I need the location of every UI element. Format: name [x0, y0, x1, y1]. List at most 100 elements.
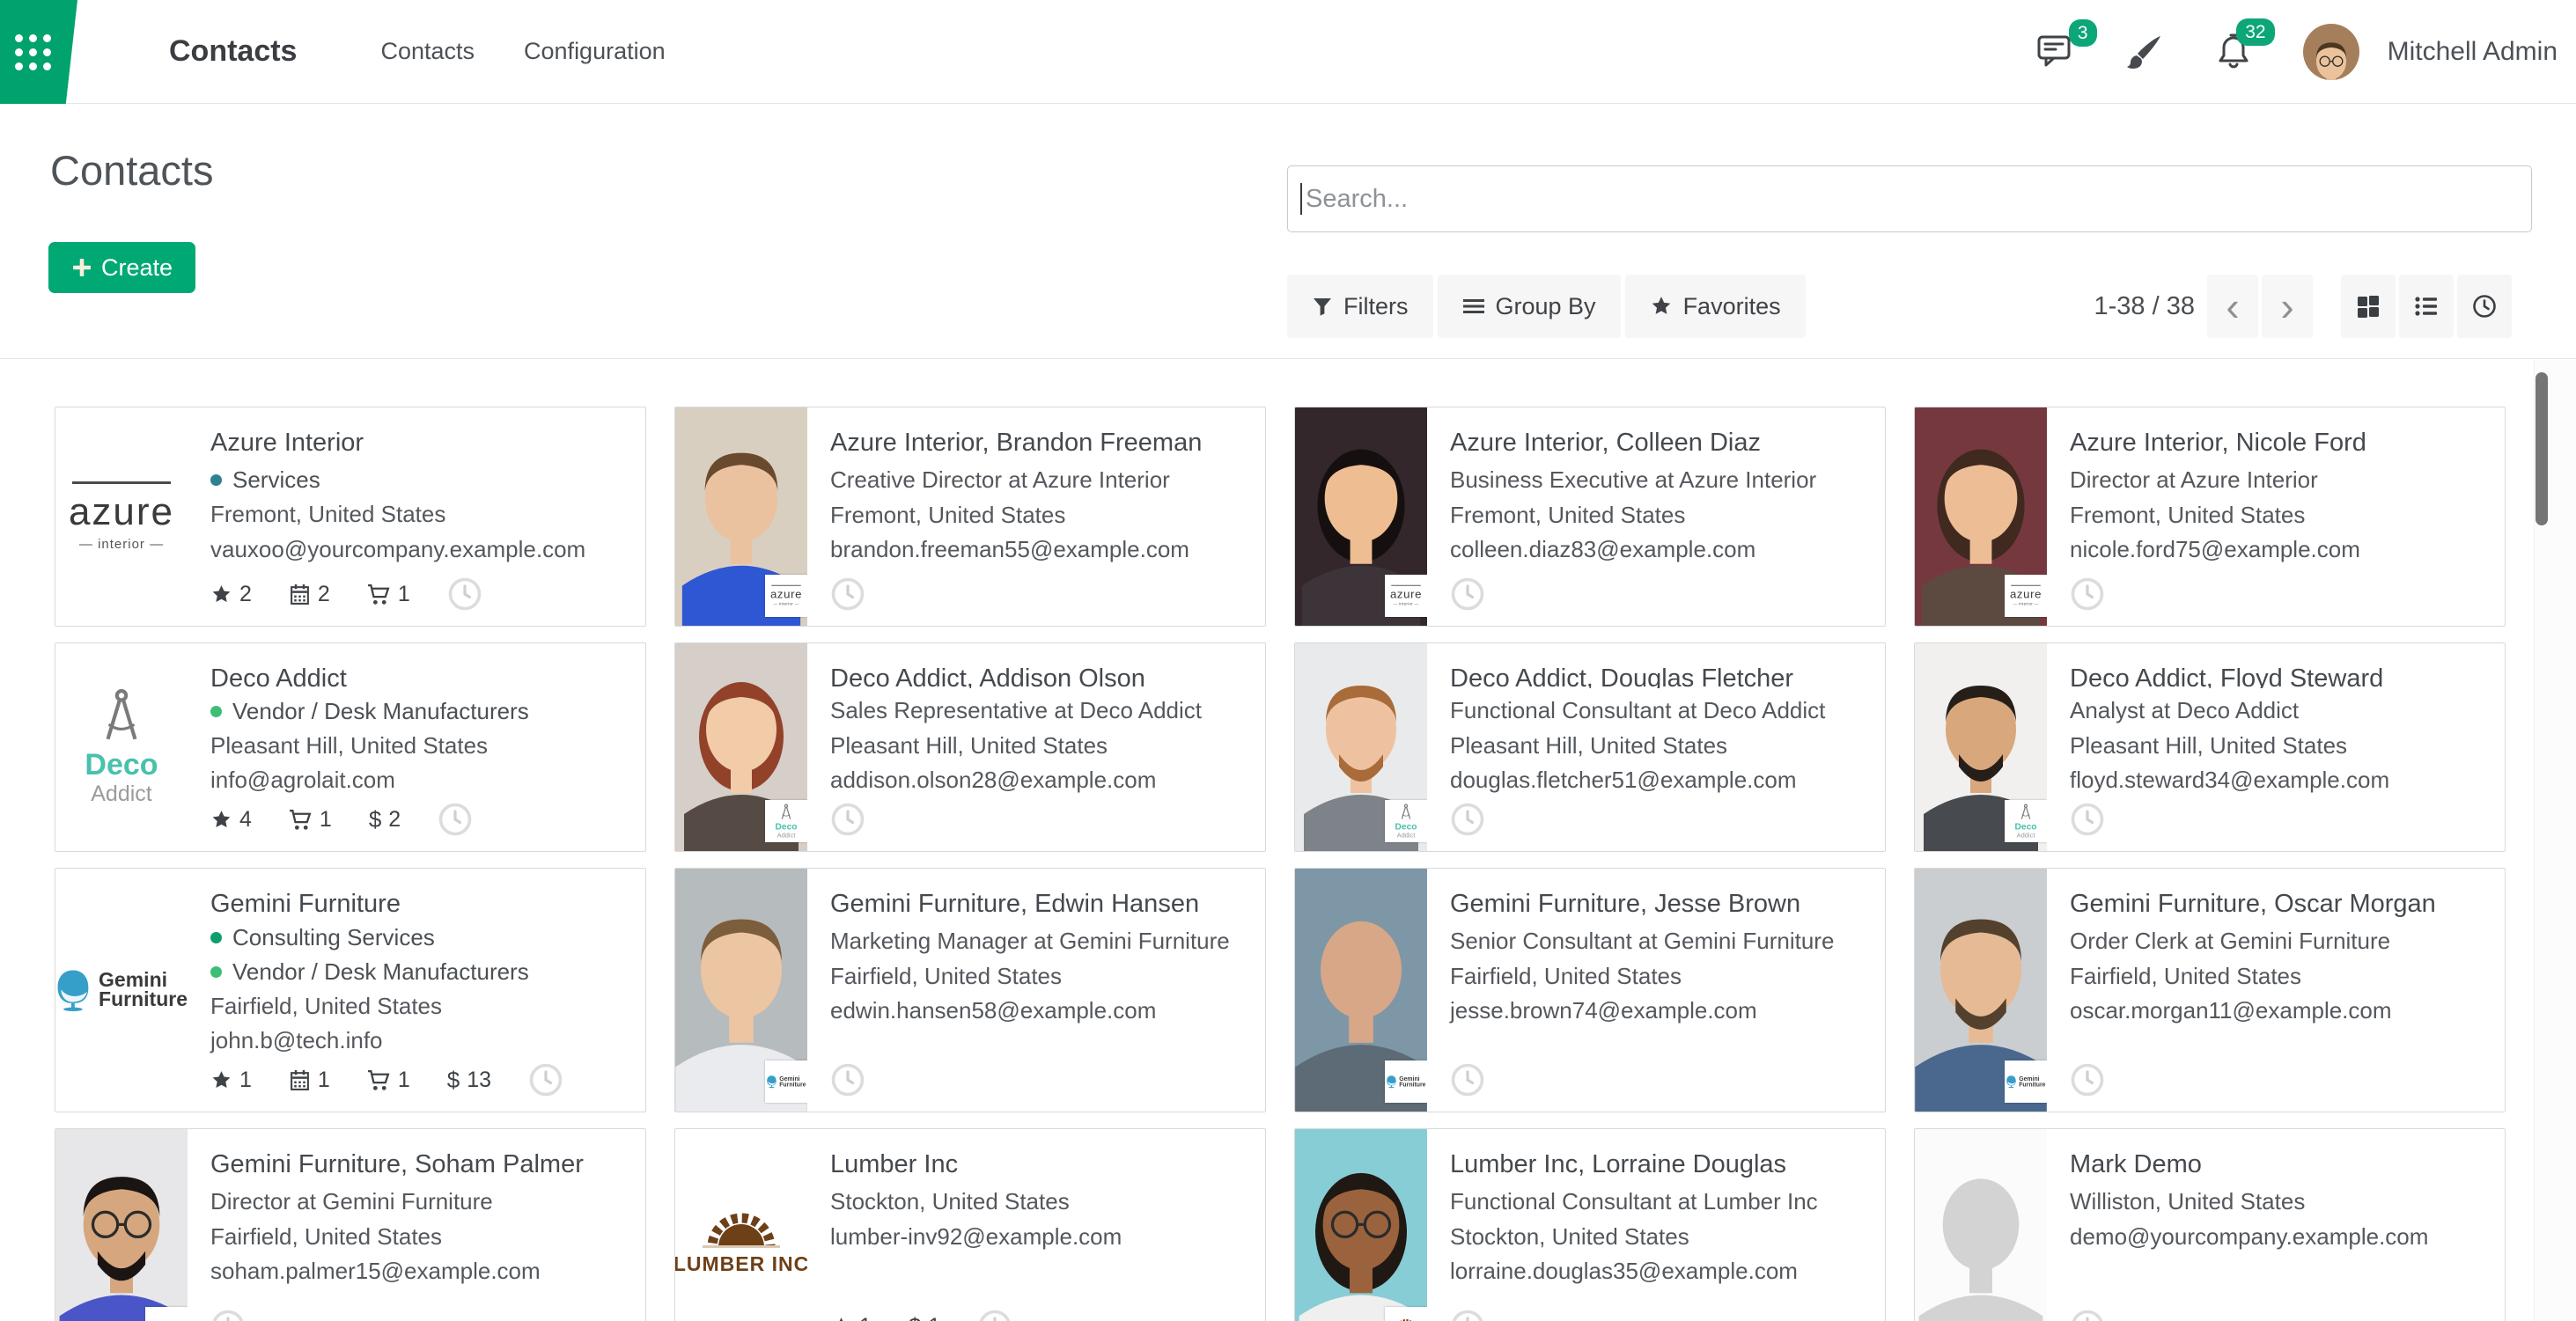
- schedule-activity-button[interactable]: [438, 802, 473, 837]
- schedule-activity-button[interactable]: [447, 576, 482, 612]
- contact-job-title: Director at Gemini Furniture: [210, 1188, 631, 1216]
- card-body: Gemini Furniture, Edwin Hansen Marketing…: [807, 869, 1265, 1112]
- activity-clock-icon: [1450, 802, 1485, 837]
- contact-card[interactable]: GeminiFurniture Gemini Furniture, Soham …: [55, 1128, 646, 1321]
- contact-card[interactable]: azure— interior — Azure Interior, Brando…: [674, 407, 1266, 627]
- contact-card[interactable]: DecoAddict Deco Addict, Floyd Steward An…: [1914, 642, 2506, 852]
- user-avatar[interactable]: [2303, 24, 2359, 80]
- schedule-activity-button[interactable]: [2070, 802, 2105, 837]
- list-view-button[interactable]: [2399, 275, 2454, 338]
- contact-card[interactable]: LUMBER INC Lumber Inc, Lorraine Douglas …: [1294, 1128, 1886, 1321]
- user-name[interactable]: Mitchell Admin: [2388, 37, 2558, 67]
- card-footer: [2070, 802, 2491, 839]
- studio-button[interactable]: [2125, 33, 2164, 71]
- favorites-button[interactable]: Favorites: [1625, 275, 1806, 338]
- contact-name: Gemini Furniture, Soham Palmer: [210, 1150, 631, 1179]
- contact-photo: LUMBER INC: [1295, 1129, 1427, 1321]
- activity-clock-icon: [830, 802, 865, 837]
- dollar-icon: $: [909, 1313, 921, 1321]
- category-tag: Consulting Services: [210, 924, 631, 951]
- tag-color-dot: [210, 706, 222, 717]
- apps-menu-button[interactable]: [0, 0, 77, 104]
- calendar-icon: [289, 1069, 311, 1091]
- azure-logo-badge: azure— interior —: [765, 575, 807, 617]
- contact-card[interactable]: Mark Demo Williston, United States demo@…: [1914, 1128, 2506, 1321]
- scrollbar-thumb[interactable]: [2536, 372, 2548, 525]
- activity-clock-icon: [2070, 576, 2105, 612]
- messages-button[interactable]: 3: [2034, 33, 2074, 70]
- search-input[interactable]: [1287, 165, 2532, 232]
- contact-card[interactable]: GeminiFurniture Gemini Furniture, Oscar …: [1914, 868, 2506, 1112]
- schedule-activity-button[interactable]: [1450, 1062, 1485, 1097]
- schedule-activity-button[interactable]: [830, 576, 865, 612]
- azure-logo-badge: azure— interior —: [2005, 575, 2047, 617]
- contact-card[interactable]: azure— interior — Azure Interior, Collee…: [1294, 407, 1886, 627]
- card-footer: [1450, 1309, 1871, 1321]
- plus-icon: [71, 257, 92, 278]
- contact-email: soham.palmer15@example.com: [210, 1258, 631, 1286]
- cart-icon: [289, 809, 313, 831]
- pager-previous-button[interactable]: ‹: [2207, 275, 2258, 338]
- kanban-view-button[interactable]: [2341, 275, 2396, 338]
- contact-email: jesse.brown74@example.com: [1450, 997, 1871, 1025]
- schedule-activity-button[interactable]: [2070, 1062, 2105, 1097]
- contact-card[interactable]: DecoAddict Deco Addict, Douglas Fletcher…: [1294, 642, 1886, 852]
- card-footer: [1450, 1062, 1871, 1099]
- deco-logo-badge: DecoAddict: [765, 800, 807, 842]
- contact-photo: GeminiFurniture: [675, 869, 807, 1112]
- card-footer: 1$1: [830, 1309, 1251, 1321]
- lumber-logo-badge: LUMBER INC: [1385, 1307, 1427, 1321]
- schedule-activity-button[interactable]: [1450, 1309, 1485, 1321]
- schedule-activity-button[interactable]: [977, 1309, 1012, 1321]
- card-footer: [2070, 1309, 2491, 1321]
- contact-job-title: Creative Director at Azure Interior: [830, 466, 1251, 495]
- contact-card[interactable]: GeminiFurniture Gemini Furniture, Jesse …: [1294, 868, 1886, 1112]
- company-logo-image: azure— interior —: [55, 407, 188, 626]
- contact-card[interactable]: azure— interior — Azure Interior, Nicole…: [1914, 407, 2506, 627]
- pager-next-button[interactable]: ›: [2262, 275, 2313, 338]
- activity-view-button[interactable]: [2457, 275, 2512, 338]
- schedule-activity-button[interactable]: [830, 1062, 865, 1097]
- contact-card[interactable]: GeminiFurniture Gemini Furniture, Edwin …: [674, 868, 1266, 1112]
- contact-name: Deco Addict, Addison Olson: [830, 664, 1251, 688]
- schedule-activity-button[interactable]: [830, 802, 865, 837]
- contact-job-title: Director at Azure Interior: [2070, 466, 2491, 495]
- vertical-scrollbar[interactable]: [2534, 360, 2576, 1321]
- favorite-star-icon: [1650, 295, 1673, 318]
- contact-name: Azure Interior, Colleen Diaz: [1450, 429, 1871, 458]
- contact-card[interactable]: azure— interior — Azure Interior Service…: [55, 407, 646, 627]
- activities-button[interactable]: 32: [2215, 33, 2252, 71]
- cart-icon: [367, 583, 391, 605]
- search-box: [1287, 165, 2532, 232]
- contact-card[interactable]: DecoAddict Deco Addict Vendor / Desk Man…: [55, 642, 646, 852]
- card-body: Gemini Furniture, Soham Palmer Director …: [188, 1129, 645, 1321]
- contact-name: Azure Interior, Nicole Ford: [2070, 429, 2491, 458]
- contact-email: colleen.diaz83@example.com: [1450, 536, 1871, 564]
- schedule-activity-button[interactable]: [528, 1062, 563, 1097]
- create-button[interactable]: Create: [48, 242, 195, 293]
- cart-stat: 1: [367, 1068, 410, 1093]
- contact-name: Gemini Furniture, Edwin Hansen: [830, 890, 1251, 919]
- egg-chair-icon: [55, 958, 92, 1022]
- card-footer: [210, 1309, 631, 1321]
- schedule-activity-button[interactable]: [1450, 802, 1485, 837]
- filters-button[interactable]: Filters: [1287, 275, 1433, 338]
- contact-location: Fairfield, United States: [210, 1223, 631, 1251]
- card-footer: 111$13: [210, 1062, 631, 1099]
- contact-card[interactable]: GeminiFurniture Gemini Furniture Consult…: [55, 868, 646, 1112]
- card-body: Mark Demo Williston, United States demo@…: [2047, 1129, 2505, 1321]
- schedule-activity-button[interactable]: [210, 1309, 246, 1321]
- contact-card[interactable]: DecoAddict Deco Addict, Addison Olson Sa…: [674, 642, 1266, 852]
- schedule-activity-button[interactable]: [2070, 576, 2105, 612]
- menu-contacts[interactable]: Contacts: [380, 38, 475, 65]
- group-by-button[interactable]: Group By: [1438, 275, 1621, 338]
- contact-job-title: Functional Consultant at Deco Addict: [1450, 697, 1871, 725]
- contact-card[interactable]: LUMBER INC Lumber Inc Stockton, United S…: [674, 1128, 1266, 1321]
- schedule-activity-button[interactable]: [2070, 1309, 2105, 1321]
- schedule-activity-button[interactable]: [1450, 576, 1485, 612]
- activity-clock-icon: [830, 576, 865, 612]
- chat-icon: [2034, 33, 2074, 70]
- contact-email: vauxoo@yourcompany.example.com: [210, 536, 631, 564]
- menu-configuration[interactable]: Configuration: [524, 38, 666, 65]
- activity-clock-icon: [447, 576, 482, 612]
